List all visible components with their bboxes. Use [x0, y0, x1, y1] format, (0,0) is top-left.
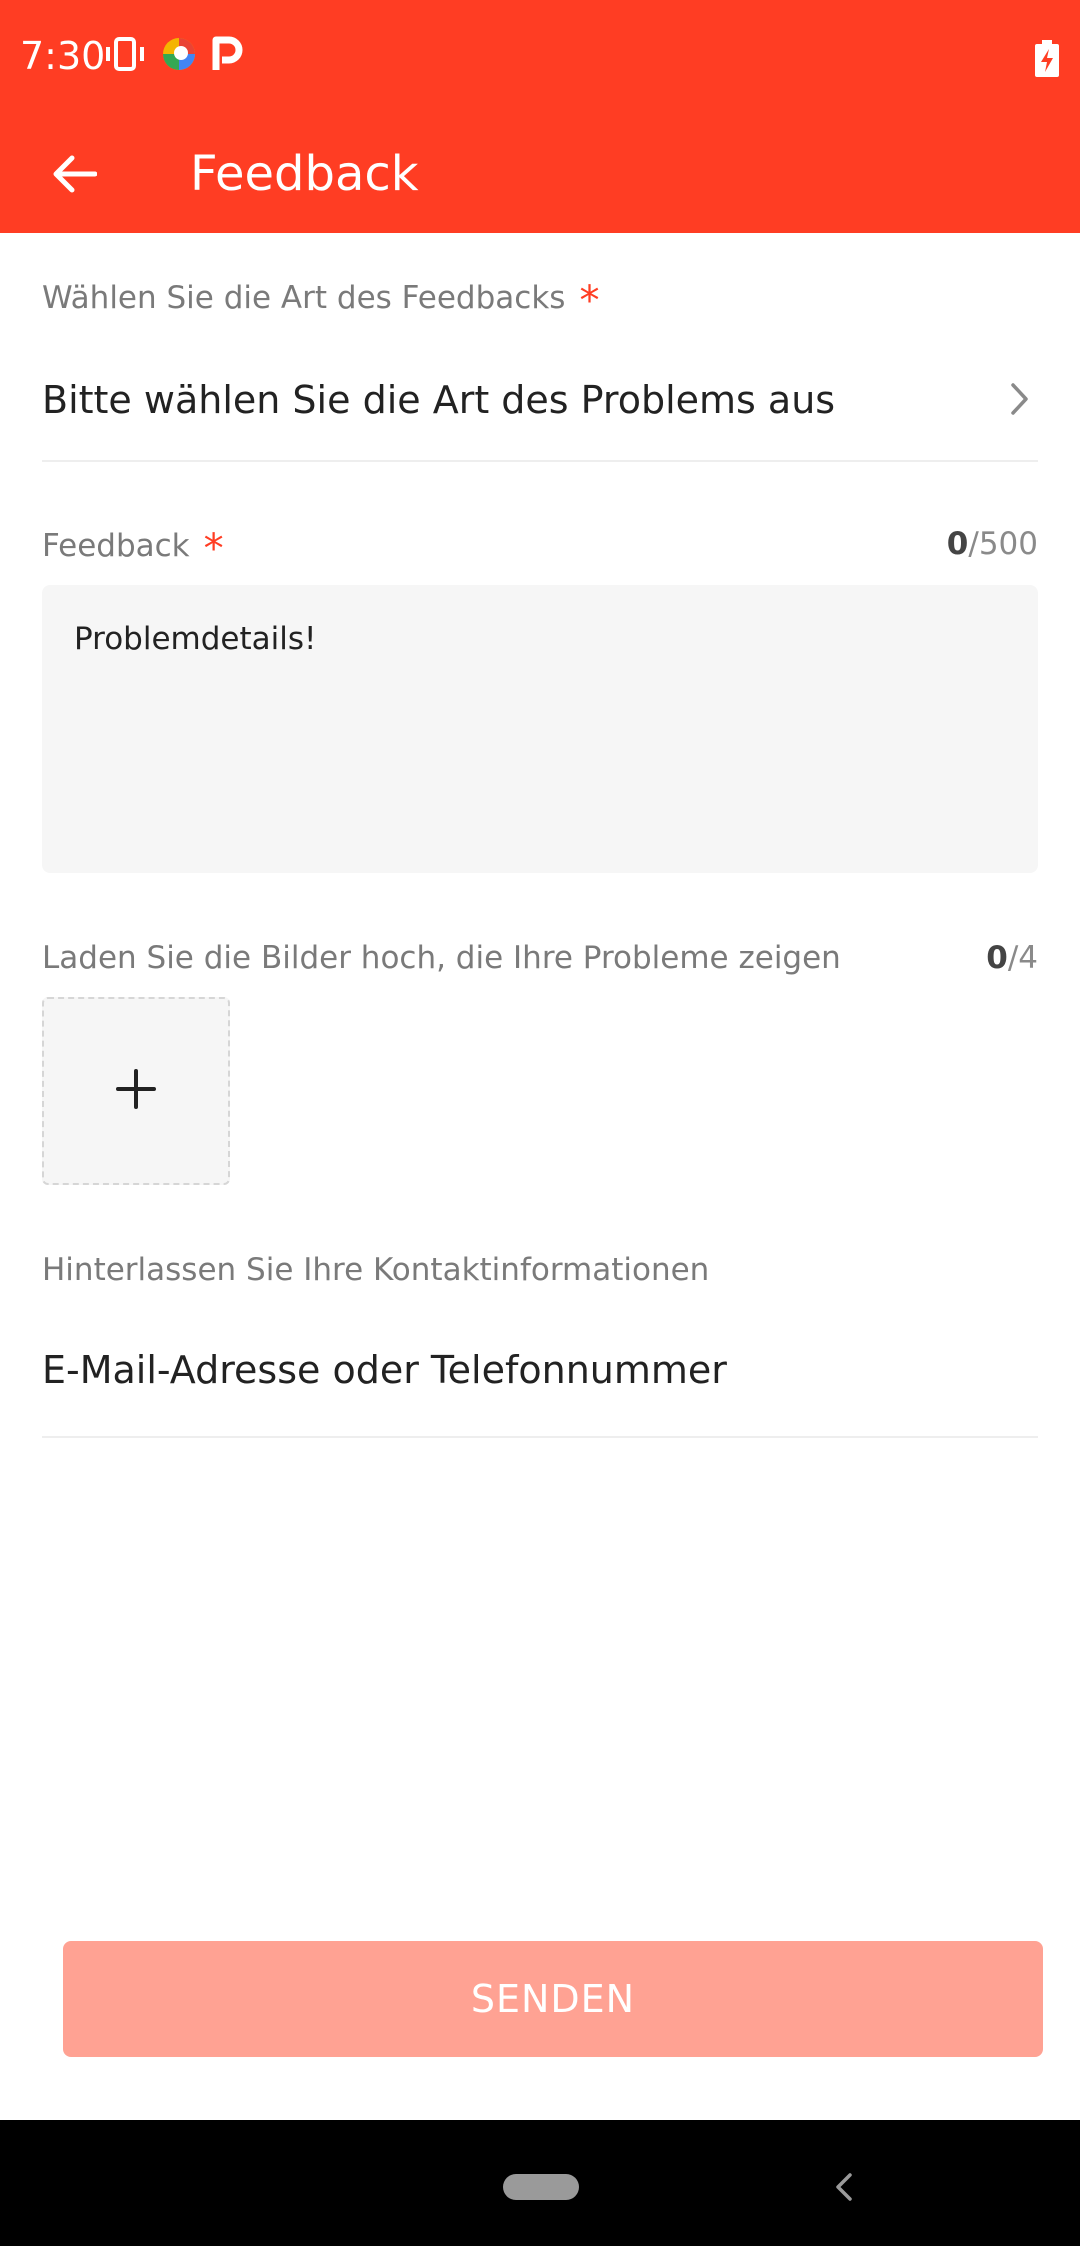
- chevron-right-icon: [1010, 382, 1030, 421]
- required-mark: *: [203, 526, 224, 572]
- p-app-icon: [211, 36, 245, 77]
- feedback-counter-current: 0: [946, 526, 969, 562]
- images-label: Laden Sie die Bilder hoch, die Ihre Prob…: [42, 940, 841, 976]
- vibrate-icon: [103, 37, 147, 76]
- feedback-textarea[interactable]: Problemdetails!: [42, 585, 1038, 873]
- required-mark: *: [579, 278, 600, 324]
- status-time: 7:30: [20, 34, 106, 78]
- nav-back-icon[interactable]: [834, 2172, 854, 2207]
- colorful-app-icon: [161, 36, 197, 77]
- status-icons: [103, 36, 245, 77]
- images-counter: 0/4: [986, 940, 1038, 976]
- feedback-label-text: Feedback: [42, 528, 190, 564]
- feedback-type-select[interactable]: Bitte wählen Sie die Art des Problems au…: [42, 358, 1038, 462]
- feedback-char-counter: 0/500: [947, 526, 1038, 562]
- feedback-counter-max: /500: [968, 526, 1038, 562]
- home-pill-button[interactable]: [503, 2174, 579, 2205]
- feedback-label: Feedback *: [42, 526, 224, 572]
- battery-charging-icon: [1034, 40, 1060, 83]
- system-nav-bar: [0, 2120, 1080, 2246]
- feedback-placeholder: Problemdetails!: [74, 621, 317, 657]
- status-bar: 7:30: [0, 0, 1080, 118]
- back-button[interactable]: [42, 144, 106, 208]
- back-arrow-icon: [51, 154, 98, 199]
- app-bar: Feedback: [0, 118, 1080, 233]
- plus-icon: [115, 1068, 157, 1115]
- images-counter-current: 0: [986, 940, 1008, 976]
- page-title: Feedback: [190, 146, 419, 202]
- contact-placeholder: E-Mail-Adresse oder Telefonnummer: [42, 1348, 727, 1392]
- add-image-button[interactable]: [42, 997, 230, 1185]
- contact-input[interactable]: E-Mail-Adresse oder Telefonnummer: [42, 1322, 1038, 1438]
- send-button[interactable]: SENDEN: [63, 1941, 1043, 2057]
- feedback-type-label-text: Wählen Sie die Art des Feedbacks: [42, 280, 566, 316]
- feedback-type-label: Wählen Sie die Art des Feedbacks *: [42, 278, 599, 324]
- contact-label: Hinterlassen Sie Ihre Kontaktinformation…: [42, 1252, 710, 1288]
- feedback-type-select-text: Bitte wählen Sie die Art des Problems au…: [42, 378, 836, 422]
- images-counter-max: /4: [1007, 940, 1038, 976]
